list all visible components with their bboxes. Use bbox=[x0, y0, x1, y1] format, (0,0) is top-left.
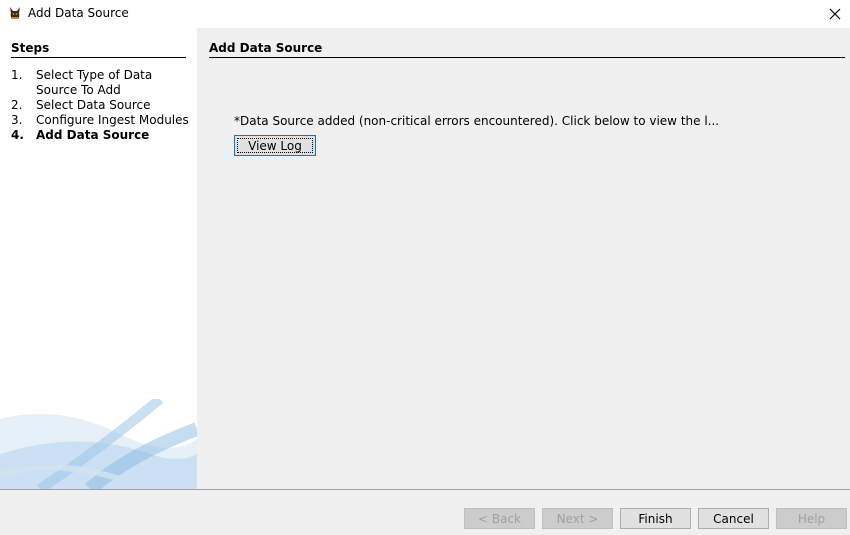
step-item-4-current: 4. Add Data Source bbox=[11, 128, 191, 143]
next-label: Next > bbox=[556, 511, 599, 526]
main-panel: Add Data Source *Data Source added (non-… bbox=[197, 28, 850, 489]
focus-outline bbox=[237, 138, 313, 153]
step-label: Add Data Source bbox=[36, 128, 150, 142]
view-log-button[interactable]: View Log bbox=[234, 135, 316, 156]
close-icon bbox=[829, 8, 841, 20]
step-label: Select Data Source bbox=[36, 98, 151, 112]
close-button[interactable] bbox=[820, 0, 850, 28]
steps-panel: Steps 1. Select Type of Data Source To A… bbox=[0, 28, 197, 489]
help-button[interactable]: Help bbox=[776, 508, 847, 529]
step-label: Select Type of Data Source To Add bbox=[36, 68, 153, 97]
step-item-2: 2. Select Data Source bbox=[11, 98, 191, 113]
finish-button[interactable]: Finish bbox=[620, 508, 691, 529]
app-icon bbox=[10, 7, 20, 19]
help-label: Help bbox=[797, 511, 826, 526]
steps-heading: Steps bbox=[11, 41, 186, 58]
panel-heading: Add Data Source bbox=[209, 41, 845, 58]
next-button[interactable]: Next > bbox=[542, 508, 613, 529]
decorative-swoosh-graphic bbox=[0, 399, 197, 489]
window-title: Add Data Source bbox=[28, 6, 129, 20]
title-bar: Add Data Source bbox=[0, 0, 850, 28]
step-item-1: 1. Select Type of Data Source To Add bbox=[11, 68, 191, 98]
step-number: 4. bbox=[11, 128, 24, 142]
footer-bar: < Back Next > Finish Cancel Help bbox=[0, 490, 850, 535]
finish-label: Finish bbox=[638, 511, 673, 526]
cancel-label: Cancel bbox=[713, 511, 754, 526]
steps-list: 1. Select Type of Data Source To Add 2. … bbox=[11, 68, 191, 143]
step-item-3: 3. Configure Ingest Modules bbox=[11, 113, 191, 128]
back-button[interactable]: < Back bbox=[464, 508, 535, 529]
step-number: 2. bbox=[11, 98, 23, 112]
status-message: *Data Source added (non-critical errors … bbox=[234, 114, 720, 128]
back-label: < Back bbox=[477, 511, 521, 526]
step-number: 3. bbox=[11, 113, 23, 127]
cancel-button[interactable]: Cancel bbox=[698, 508, 769, 529]
step-label: Configure Ingest Modules bbox=[36, 113, 189, 127]
step-number: 1. bbox=[11, 68, 23, 82]
